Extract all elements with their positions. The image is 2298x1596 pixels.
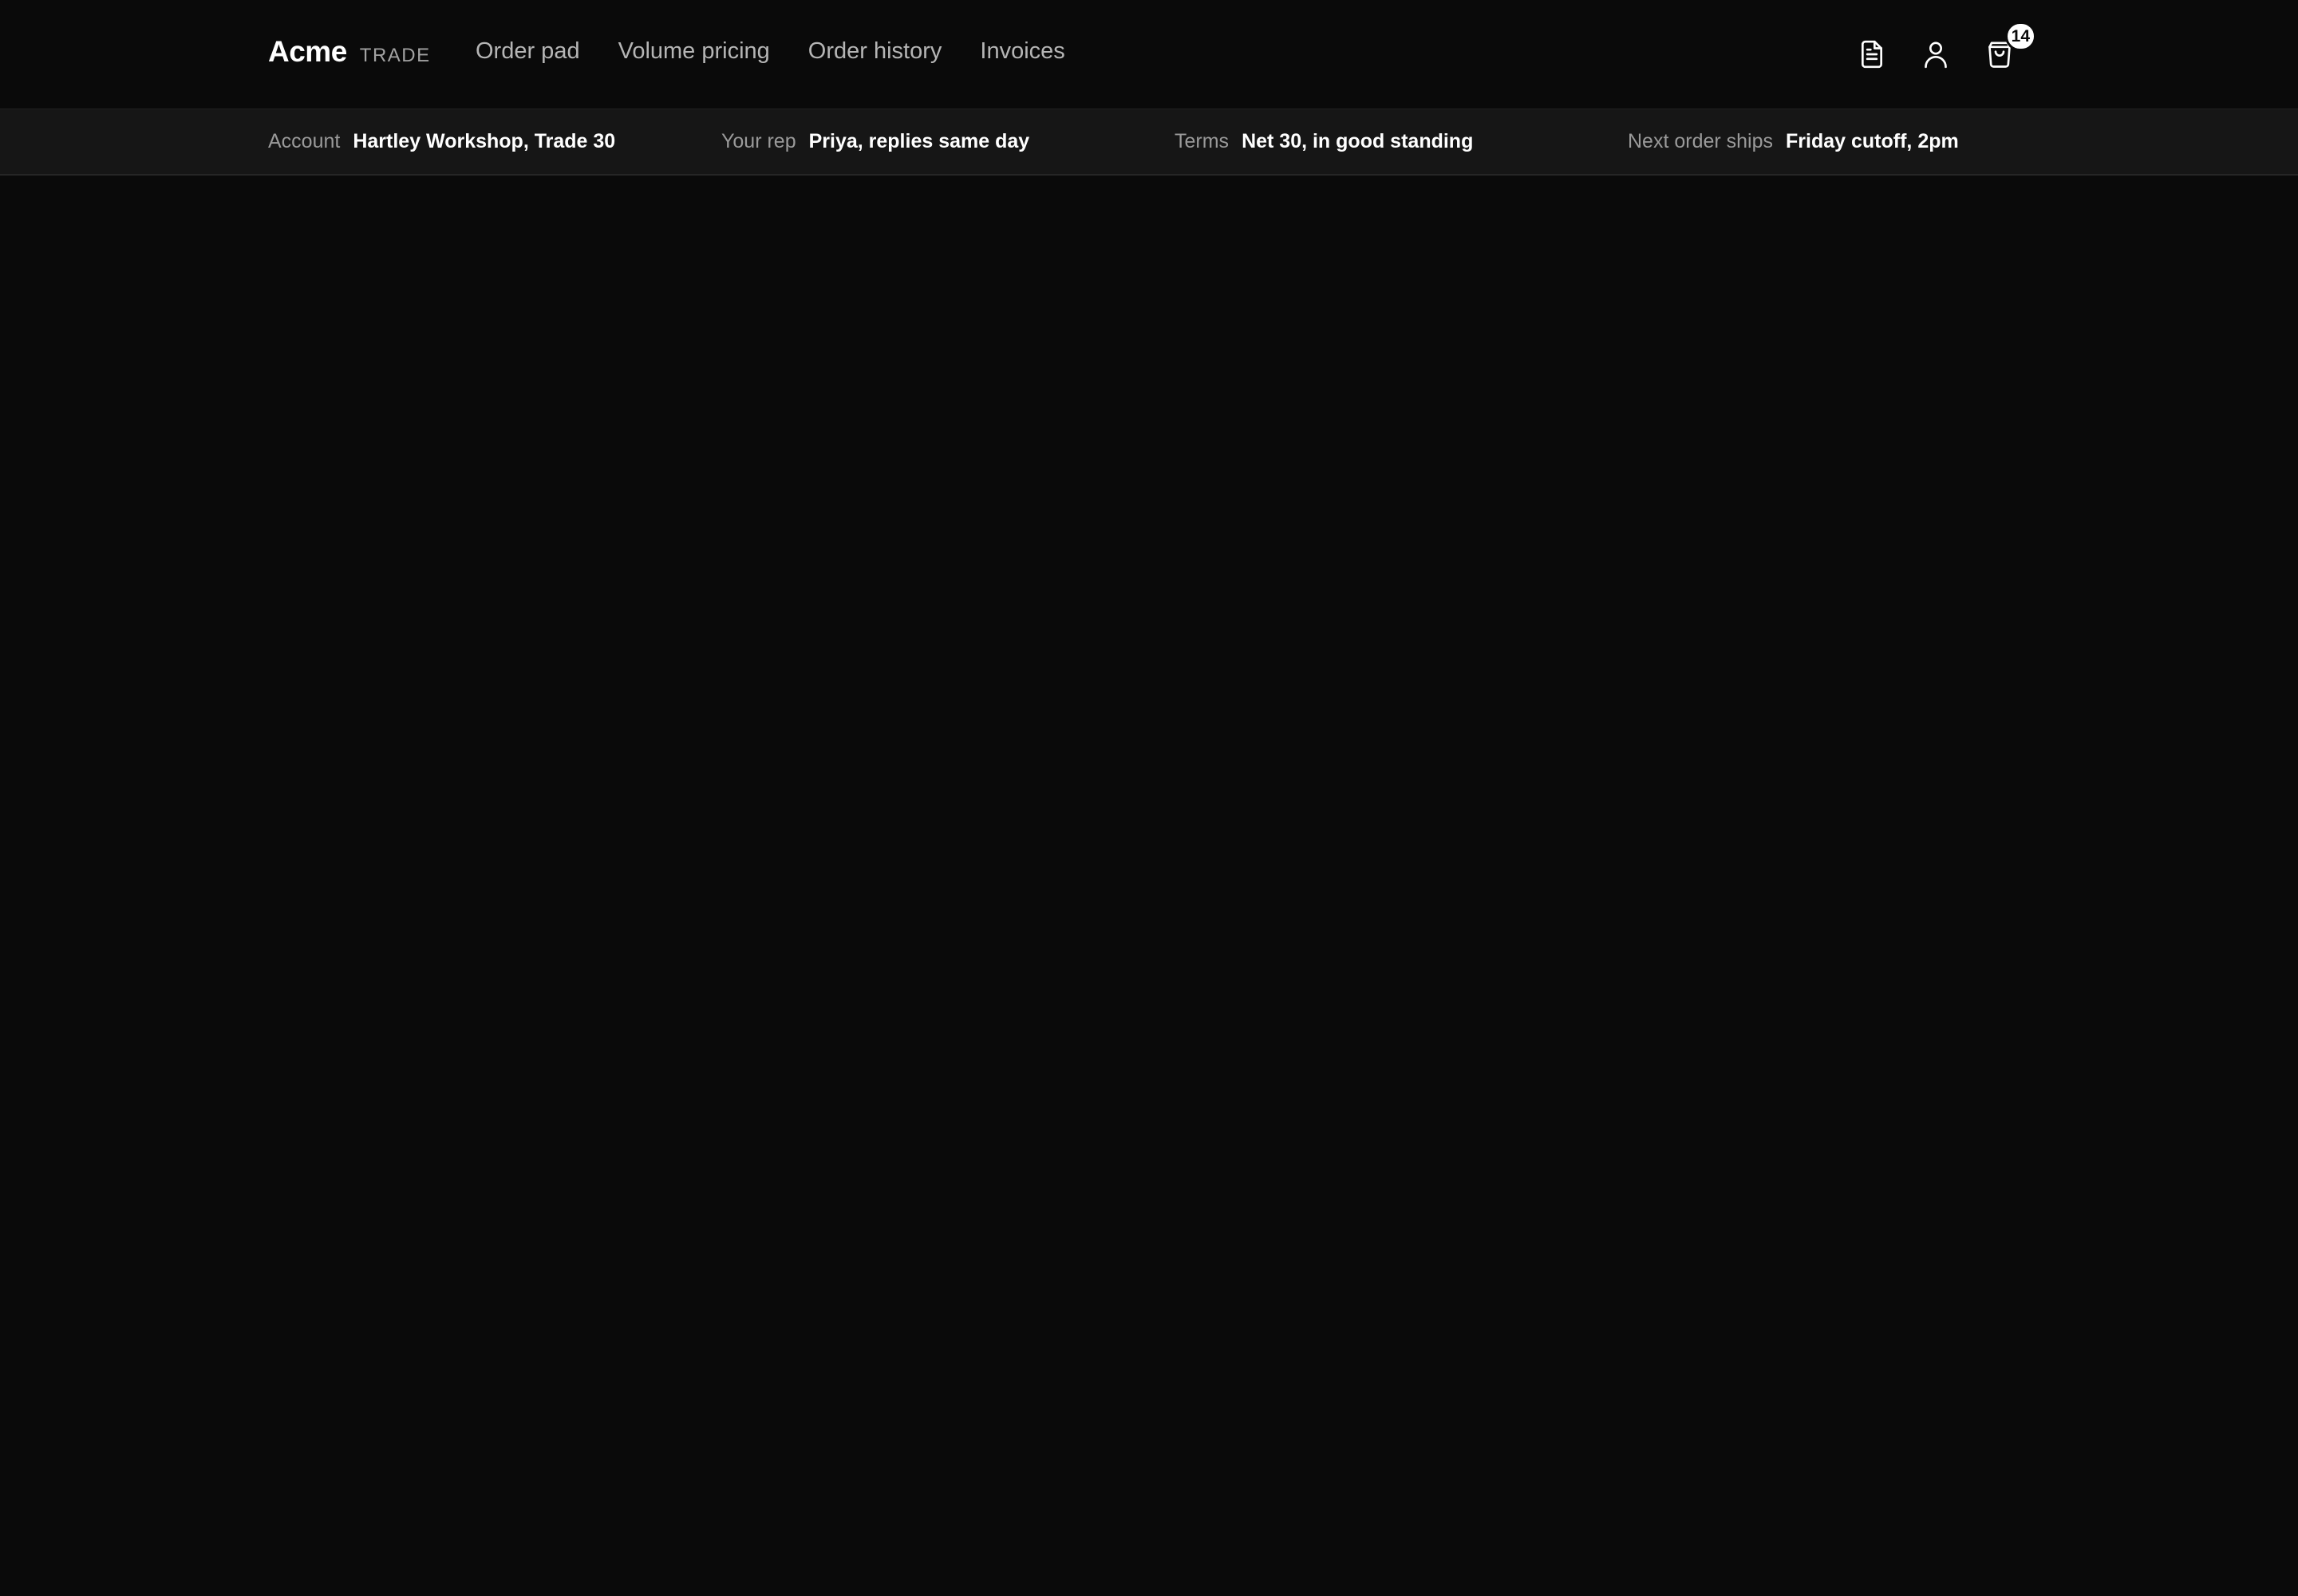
main-nav: Order pad Volume pricing Order history I… [476, 38, 1065, 65]
cart-count-badge: 14 [2004, 22, 2036, 51]
brand-name: Acme [268, 35, 347, 68]
header-actions: 14 [1853, 22, 2036, 73]
quotes-button[interactable] [1853, 35, 1891, 73]
nav-invoices[interactable]: Invoices [980, 38, 1064, 65]
top-navigation-bar: Acme TRADE Order pad Volume pricing Orde… [0, 0, 2298, 109]
nav-order-history[interactable]: Order history [808, 38, 942, 65]
cart-button[interactable]: 14 [1980, 22, 2036, 73]
info-terms: Terms Net 30, in good standing [1175, 130, 1473, 153]
info-terms-label: Terms [1175, 130, 1230, 152]
info-rep-label: Your rep [721, 130, 796, 152]
info-terms-value: Net 30, in good standing [1242, 130, 1474, 152]
info-shipping-value: Friday cutoff, 2pm [1786, 130, 1959, 152]
info-account: Account Hartley Workshop, Trade 30 [268, 130, 615, 153]
account-info-bar: Account Hartley Workshop, Trade 30 Your … [0, 109, 2298, 176]
info-account-value: Hartley Workshop, Trade 30 [353, 130, 616, 152]
info-shipping: Next order ships Friday cutoff, 2pm [1628, 130, 1959, 153]
brand-tag: TRADE [359, 45, 431, 66]
brand-logo[interactable]: Acme TRADE [268, 35, 431, 69]
info-rep-value: Priya, replies same day [808, 130, 1030, 152]
info-account-label: Account [268, 130, 341, 152]
info-shipping-label: Next order ships [1628, 130, 1774, 152]
nav-order-pad[interactable]: Order pad [476, 38, 580, 65]
info-rep: Your rep Priya, replies same day [721, 130, 1029, 153]
account-button[interactable] [1917, 35, 1955, 73]
user-icon [1925, 41, 1947, 69]
document-icon [1862, 40, 1882, 69]
nav-volume-pricing[interactable]: Volume pricing [618, 38, 770, 65]
